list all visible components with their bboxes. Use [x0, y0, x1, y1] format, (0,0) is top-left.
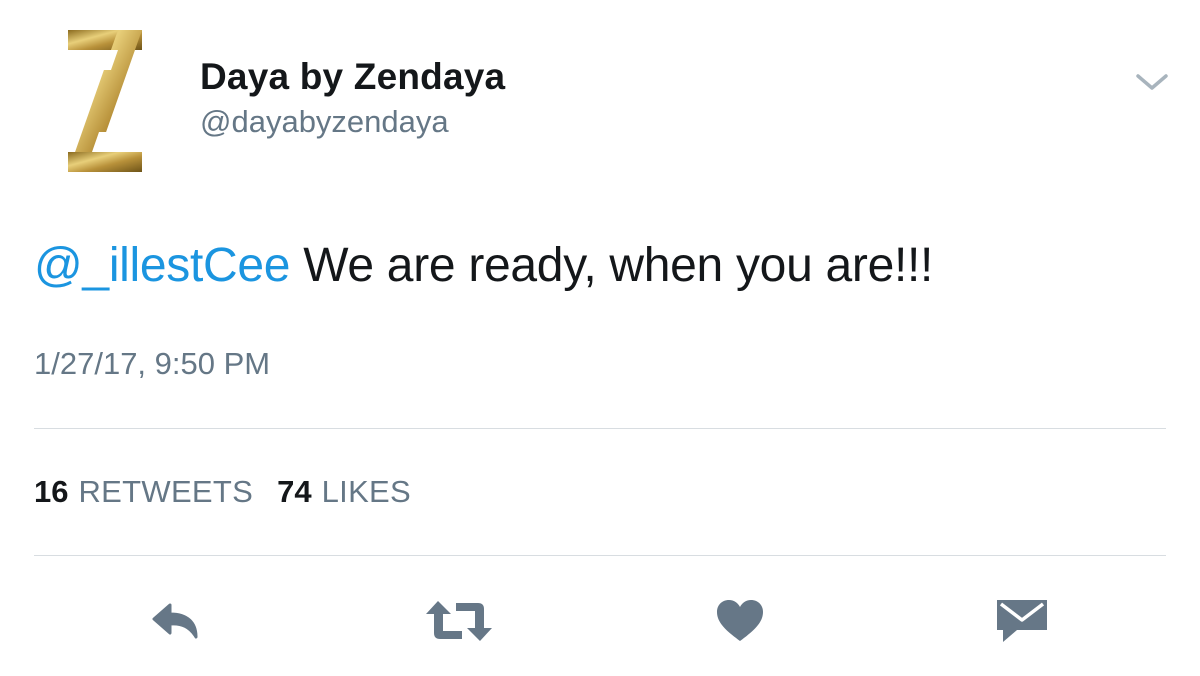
reply-icon — [152, 603, 198, 639]
like-count: 74 — [277, 474, 312, 509]
user-handle[interactable]: @dayabyzendaya — [200, 104, 449, 140]
divider — [34, 555, 1166, 556]
tweet-stats: 16 RETWEETS 74 LIKES — [34, 474, 411, 510]
tweet-body: We are ready, when you are!!! — [290, 239, 934, 292]
tweet-menu-button[interactable] — [1132, 68, 1172, 96]
tweet-text: @_illestCee We are ready, when you are!!… — [34, 238, 933, 293]
retweet-count: 16 — [34, 474, 69, 509]
chevron-down-icon — [1136, 74, 1168, 90]
like-label: LIKES — [321, 474, 411, 509]
retweet-button[interactable] — [424, 598, 494, 644]
avatar[interactable] — [60, 28, 150, 174]
tweet-card: Daya by Zendaya @dayabyzendaya @_illestC… — [0, 0, 1200, 676]
display-name[interactable]: Daya by Zendaya — [200, 56, 505, 98]
retweet-label: RETWEETS — [78, 474, 254, 509]
retweet-icon — [426, 601, 492, 641]
like-button[interactable] — [714, 598, 766, 644]
divider — [34, 428, 1166, 429]
gold-z-logo-icon — [68, 30, 142, 172]
envelope-icon — [997, 600, 1047, 642]
heart-icon — [717, 600, 763, 641]
direct-message-button[interactable] — [994, 598, 1050, 644]
retweets-stat[interactable]: 16 RETWEETS — [34, 474, 253, 510]
mention-link[interactable]: @_illestCee — [34, 239, 291, 292]
tweet-timestamp: 1/27/17, 9:50 PM — [34, 346, 271, 381]
reply-button[interactable] — [150, 598, 208, 644]
likes-stat[interactable]: 74 LIKES — [277, 474, 411, 510]
